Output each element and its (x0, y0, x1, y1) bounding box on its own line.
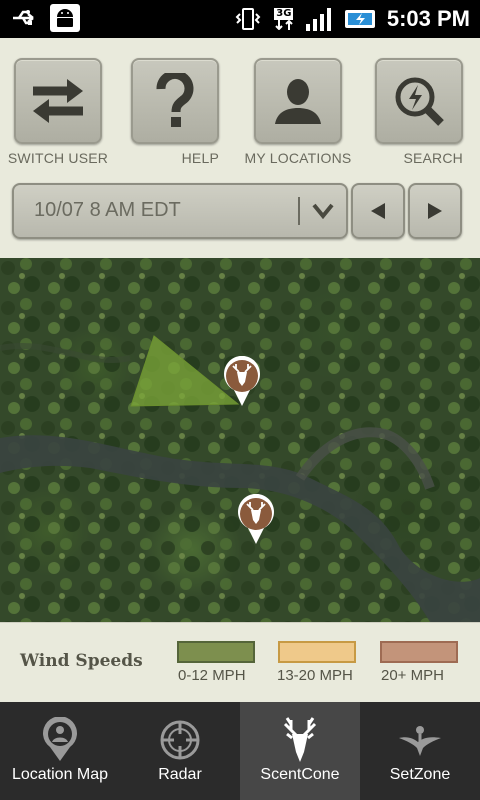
previous-time-button[interactable] (351, 183, 405, 239)
search-bolt-icon (395, 77, 444, 126)
setzone-bird-icon (396, 716, 444, 764)
person-icon (275, 79, 321, 124)
vibrate-icon (233, 5, 263, 33)
search-tool[interactable]: SEARCH (375, 58, 463, 167)
map-terrain (0, 258, 480, 622)
clock: 5:03 PM (386, 6, 470, 31)
radar-crosshair-icon (156, 716, 204, 764)
bottom-tab-bar: Location Map Radar ScentCone SetZone (0, 702, 480, 800)
search-button[interactable] (375, 58, 463, 144)
tab-location-map[interactable]: Location Map (0, 702, 120, 800)
help-tool[interactable]: HELP (131, 58, 219, 167)
top-panel: SWITCH USER HELP MY LOCATIONS SEARCH 10/… (0, 38, 480, 258)
triangle-left-icon (371, 203, 385, 219)
help-button[interactable] (131, 58, 219, 144)
tab-setzone-label: SetZone (389, 766, 451, 783)
my-locations-tool[interactable]: MY LOCATIONS (245, 58, 351, 167)
legend-label-high: 20+ MPH (381, 667, 444, 684)
legend-swatch-low (177, 641, 255, 663)
network-3g-icon: 3G (271, 5, 297, 33)
my-locations-label: MY LOCATIONS (244, 150, 352, 166)
deer-marker-1[interactable] (221, 356, 263, 408)
tab-setzone[interactable]: SetZone (360, 702, 480, 800)
next-time-button[interactable] (408, 183, 462, 239)
tab-radar-label: Radar (158, 766, 202, 783)
battery-charging-icon (343, 5, 379, 33)
legend-label-low: 0-12 MPH (178, 667, 246, 684)
triangle-right-icon (428, 203, 442, 219)
question-mark-icon (156, 73, 194, 127)
android-debug-icon (50, 4, 80, 32)
legend-swatch-high (380, 641, 458, 663)
my-locations-button[interactable] (254, 58, 342, 144)
location-map-icon (36, 716, 84, 764)
network-type-label: 3G (274, 8, 294, 20)
wind-speed-legend: Wind Speeds 0-12 MPH 13-20 MPH 20+ MPH (0, 622, 480, 702)
search-label: SEARCH (403, 150, 463, 166)
deer-marker-2[interactable] (235, 494, 277, 546)
time-selector[interactable]: 10/07 8 AM EDT (12, 183, 348, 239)
legend-label-medium: 13-20 MPH (277, 667, 353, 684)
tab-radar[interactable]: Radar (120, 702, 240, 800)
deer-head-icon (276, 716, 324, 764)
swap-arrows-icon (33, 79, 83, 123)
switch-user-button[interactable] (14, 58, 102, 144)
legend-swatch-medium (278, 641, 356, 663)
usb-icon (10, 4, 40, 32)
status-bar: 3G 5:03 PM (0, 0, 480, 38)
legend-title: Wind Speeds (20, 651, 143, 671)
chevron-down-icon[interactable] (308, 193, 338, 229)
switch-user-label: SWITCH USER (7, 150, 109, 166)
switch-user-tool[interactable]: SWITCH USER (8, 58, 108, 167)
time-selector-divider (298, 197, 300, 225)
satellite-map[interactable] (0, 258, 480, 622)
tab-scentcone-label: ScentCone (260, 766, 340, 783)
tab-location-map-label: Location Map (11, 766, 109, 783)
time-selector-value: 10/07 8 AM EDT (34, 199, 181, 221)
tab-scentcone[interactable]: ScentCone (240, 702, 360, 800)
signal-icon (305, 5, 335, 33)
help-label: HELP (181, 150, 219, 166)
